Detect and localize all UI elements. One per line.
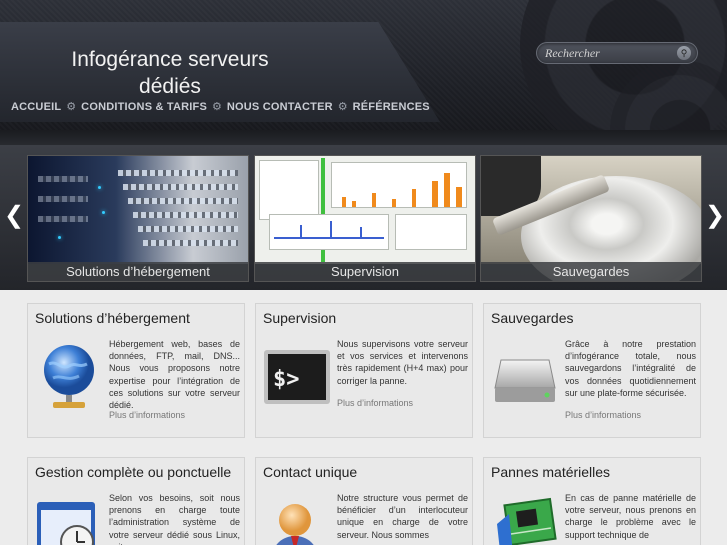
search-box[interactable]: ⚲ <box>536 42 698 64</box>
search-input[interactable] <box>545 46 675 61</box>
card-sauvegardes: Sauvegardes Grâce à notre prestation d’i… <box>483 303 701 438</box>
more-info-link[interactable]: Plus d’informations <box>565 410 641 420</box>
monitoring-graph-image <box>255 156 475 264</box>
card-title: Supervision <box>263 310 337 326</box>
main-nav: ACCUEIL ⚙ CONDITIONS & TARIFS ⚙ NOUS CON… <box>11 100 430 114</box>
gear-icon: ⚙ <box>337 101 348 113</box>
card-contact: Contact unique Notre structure vous perm… <box>255 457 473 545</box>
card-text: Hébergement web, bases de données, FTP, … <box>109 339 240 411</box>
chevron-right-icon[interactable]: ❯ <box>705 203 725 229</box>
slide-caption: Sauvegardes <box>481 262 701 281</box>
terminal-icon: $> <box>264 350 330 404</box>
card-title: Contact unique <box>263 464 358 480</box>
clock-window-icon <box>37 502 95 545</box>
chevron-left-icon[interactable]: ❮ <box>4 203 24 229</box>
card-gestion: Gestion complète ou ponctuelle Selon vos… <box>27 457 245 545</box>
hard-drive-icon <box>494 359 556 402</box>
card-title: Solutions d’hébergement <box>35 310 190 326</box>
slide-supervision[interactable]: Supervision <box>254 155 476 282</box>
nav-item-accueil[interactable]: ACCUEIL <box>11 101 61 113</box>
image-slider: ❮ Solutions d’hébergement Supervision Sa… <box>0 145 727 290</box>
card-text: Nous supervisons votre serveur et vos se… <box>337 339 468 386</box>
nav-item-conditions-tarifs[interactable]: CONDITIONS & TARIFS <box>81 101 207 113</box>
more-info-link[interactable]: Plus d’informations <box>109 410 185 420</box>
server-rack-image <box>28 156 248 264</box>
card-pannes: Pannes matérielles En cas de panne matér… <box>483 457 701 545</box>
nav-item-references[interactable]: RÉFÉRENCES <box>353 101 430 113</box>
slide-caption: Solutions d’hébergement <box>28 262 248 281</box>
card-text: Grâce à notre prestation d’infogérance t… <box>565 339 696 398</box>
card-title: Gestion complète ou ponctuelle <box>35 464 232 480</box>
gear-icon: ⚙ <box>66 101 77 113</box>
card-text: Notre structure vous permet de bénéficie… <box>337 493 468 540</box>
slide-caption: Supervision <box>255 262 475 281</box>
network-globe-icon <box>44 345 94 408</box>
more-info-link[interactable]: Plus d’informations <box>337 398 413 408</box>
search-icon[interactable]: ⚲ <box>677 46 691 60</box>
circuit-board-icon <box>497 497 557 545</box>
user-icon <box>276 504 314 545</box>
slide-sauvegardes[interactable]: Sauvegardes <box>480 155 702 282</box>
svg-text:$>: $> <box>273 367 300 392</box>
card-supervision: Supervision $> Nous supervisons votre se… <box>255 303 473 438</box>
card-hebergement: Solutions d’hébergement Hébergement web,… <box>27 303 245 438</box>
nav-item-nous-contacter[interactable]: NOUS CONTACTER <box>227 101 333 113</box>
card-text: En cas de panne matérielle de votre serv… <box>565 493 696 540</box>
site-title: Infogérance serveurs dédiés <box>71 48 269 98</box>
card-title: Pannes matérielles <box>491 464 611 480</box>
slide-hebergement[interactable]: Solutions d’hébergement <box>27 155 249 282</box>
card-title: Sauvegardes <box>491 310 574 326</box>
gear-icon: ⚙ <box>212 101 222 113</box>
services-grid: Solutions d’hébergement Hébergement web,… <box>0 290 727 545</box>
hard-disk-image <box>481 156 701 281</box>
card-text: Selon vos besoins, soit nous prenons en … <box>109 493 240 545</box>
site-header: Infogérance serveurs dédiés ⚲ ACCUEIL ⚙ … <box>0 0 727 148</box>
